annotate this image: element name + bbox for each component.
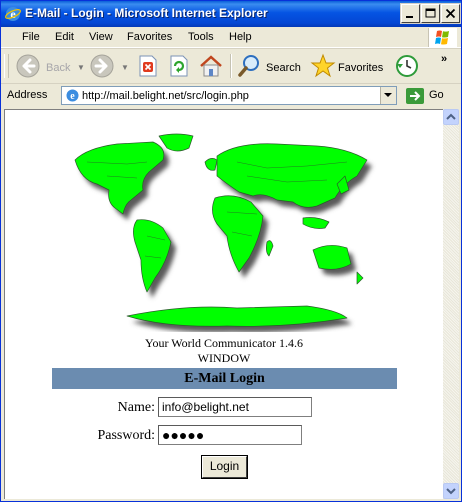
search-button[interactable]: Search bbox=[236, 53, 301, 79]
password-label: Password: bbox=[97, 428, 155, 443]
scroll-up-button[interactable] bbox=[443, 109, 459, 125]
address-url: http://mail.belight.net/src/login.php bbox=[82, 90, 249, 102]
stop-button[interactable] bbox=[136, 53, 160, 79]
back-label: Back bbox=[46, 62, 71, 74]
toolbar-overflow-chevron-icon[interactable]: » bbox=[441, 53, 447, 65]
menu-file[interactable]: File bbox=[22, 31, 40, 43]
svg-text:e: e bbox=[10, 7, 16, 21]
window-title: E-Mail - Login - Microsoft Internet Expl… bbox=[25, 6, 268, 20]
menu-favorites[interactable]: Favorites bbox=[127, 31, 172, 43]
name-label: Name: bbox=[117, 400, 155, 415]
home-icon bbox=[200, 55, 222, 77]
subtagline: WINDOW bbox=[197, 351, 251, 365]
svg-text:e: e bbox=[70, 91, 75, 102]
stop-icon bbox=[139, 55, 157, 77]
maximize-button[interactable] bbox=[420, 3, 441, 24]
page-icon: e bbox=[65, 88, 80, 106]
address-label: Address bbox=[7, 89, 48, 101]
forward-button[interactable]: ▼ bbox=[89, 53, 129, 79]
history-button[interactable] bbox=[394, 53, 420, 79]
windows-logo-icon bbox=[428, 28, 457, 47]
go-icon bbox=[406, 88, 424, 104]
back-icon bbox=[16, 54, 40, 78]
tagline: Your World Communicator 1.4.6 bbox=[145, 336, 303, 350]
chevron-down-icon bbox=[384, 93, 392, 97]
close-button[interactable] bbox=[440, 3, 461, 24]
search-label: Search bbox=[266, 62, 301, 74]
world-map-logo bbox=[74, 133, 372, 332]
menu-edit[interactable]: Edit bbox=[55, 31, 74, 43]
history-icon bbox=[396, 55, 418, 77]
password-input[interactable]: ●●●●● bbox=[158, 425, 302, 445]
chevron-down-icon bbox=[446, 488, 456, 495]
refresh-icon bbox=[170, 55, 188, 77]
back-dropdown-icon[interactable]: ▼ bbox=[77, 63, 85, 72]
address-input[interactable]: e http://mail.belight.net/src/login.php bbox=[61, 86, 397, 105]
menu-tools[interactable]: Tools bbox=[188, 31, 214, 43]
forward-icon bbox=[90, 54, 114, 78]
favorites-label: Favorites bbox=[338, 62, 384, 74]
menu-view[interactable]: View bbox=[89, 31, 113, 43]
standard-toolbar: Back ▼ ▼ Search Favorites » bbox=[1, 48, 461, 84]
address-dropdown-button[interactable] bbox=[380, 87, 396, 104]
refresh-button[interactable] bbox=[167, 53, 191, 79]
favorites-button[interactable]: Favorites bbox=[310, 53, 385, 79]
vertical-scrollbar[interactable] bbox=[443, 109, 459, 499]
page-content: Your World Communicator 1.4.6 WINDOW E-M… bbox=[4, 109, 443, 499]
address-bar: Address e http://mail.belight.net/src/lo… bbox=[1, 83, 461, 108]
minimize-icon bbox=[406, 16, 413, 18]
go-label[interactable]: Go bbox=[429, 89, 444, 101]
name-input[interactable]: info@belight.net bbox=[158, 397, 312, 417]
scroll-down-button[interactable] bbox=[443, 483, 459, 499]
forward-dropdown-icon[interactable]: ▼ bbox=[121, 63, 129, 72]
ie-icon: e bbox=[5, 6, 21, 22]
ie-window: e E-Mail - Login - Microsoft Internet Ex… bbox=[0, 0, 462, 502]
toolbar-separator bbox=[230, 54, 232, 78]
maximize-icon bbox=[425, 8, 436, 18]
favorites-icon bbox=[310, 53, 336, 78]
minimize-button[interactable] bbox=[400, 3, 421, 24]
toolbar-grip[interactable] bbox=[4, 54, 9, 78]
search-icon bbox=[238, 55, 259, 77]
go-button[interactable] bbox=[405, 87, 425, 105]
close-icon bbox=[445, 8, 456, 19]
chevron-up-icon bbox=[446, 113, 456, 120]
login-button[interactable]: Login bbox=[201, 455, 248, 479]
login-header: E-Mail Login bbox=[52, 368, 397, 389]
home-button[interactable] bbox=[198, 53, 224, 79]
menu-help[interactable]: Help bbox=[229, 31, 252, 43]
menu-bar: File Edit View Favorites Tools Help bbox=[1, 27, 461, 48]
title-bar[interactable]: e E-Mail - Login - Microsoft Internet Ex… bbox=[1, 1, 461, 27]
back-button[interactable]: Back ▼ bbox=[15, 53, 85, 79]
